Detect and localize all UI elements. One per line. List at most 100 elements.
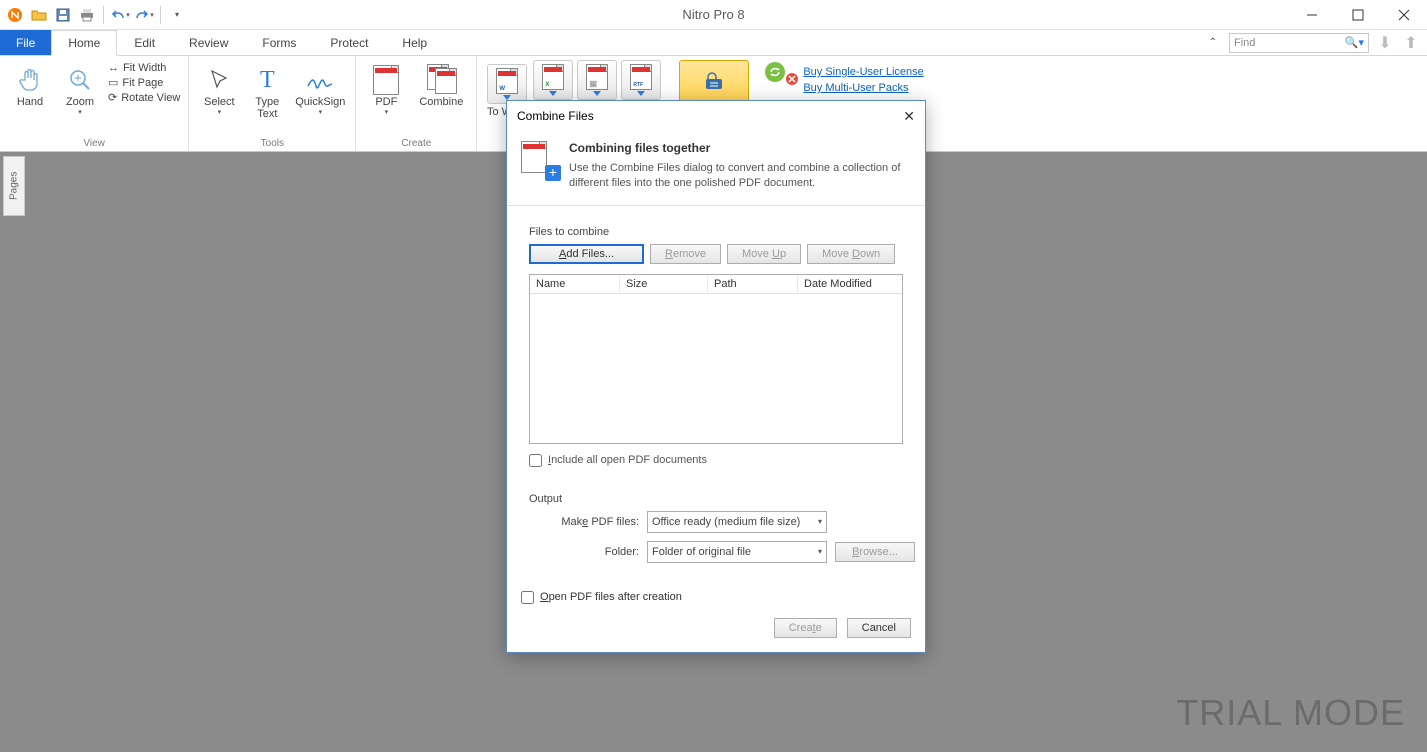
- output-section-label: Output: [529, 493, 903, 505]
- dialog-close-icon[interactable]: ✕: [903, 108, 915, 125]
- qat-customize-icon[interactable]: ▾: [166, 4, 188, 26]
- tab-review[interactable]: Review: [172, 30, 245, 55]
- folder-select[interactable]: Folder of original file ▾: [647, 541, 827, 563]
- group-label-tools: Tools: [261, 136, 284, 149]
- nitro-icon[interactable]: [4, 4, 26, 26]
- output-section: Output Make PDF files: Office ready (med…: [519, 489, 913, 575]
- include-open-label: Include all open PDF documents: [548, 454, 707, 466]
- minimize-button[interactable]: [1289, 0, 1335, 30]
- make-pdf-value: Office ready (medium file size): [652, 516, 800, 528]
- include-open-check-input[interactable]: [529, 454, 542, 467]
- folder-value: Folder of original file: [652, 546, 751, 558]
- rotate-view-button[interactable]: ⟳Rotate View: [108, 91, 180, 104]
- hand-label: Hand: [17, 96, 43, 108]
- include-open-checkbox[interactable]: Include all open PDF documents: [529, 454, 903, 467]
- buy-single-link[interactable]: Buy Single-User License: [803, 66, 923, 78]
- chevron-down-icon: ▾: [818, 517, 822, 526]
- cart-icon: [700, 71, 728, 99]
- combine-icon: [425, 64, 457, 96]
- select-label: Select: [204, 96, 235, 108]
- dialog-header: + Combining files together Use the Combi…: [507, 131, 925, 206]
- pdf-label: PDF: [375, 96, 397, 108]
- tab-forms[interactable]: Forms: [245, 30, 313, 55]
- file-list-header: Name Size Path Date Modified: [530, 275, 902, 294]
- create-button[interactable]: Create: [774, 618, 837, 638]
- quicksign-button[interactable]: QuickSign ▾: [293, 60, 347, 116]
- dialog-description: Use the Combine Files dialog to convert …: [569, 161, 911, 191]
- find-placeholder: Find: [1234, 37, 1255, 49]
- search-icon: 🔍▾: [1345, 36, 1364, 49]
- pdf-icon: [370, 64, 402, 96]
- maximize-button[interactable]: [1335, 0, 1381, 30]
- quick-access-toolbar: ▾ ▾ ▾: [0, 4, 188, 26]
- tab-help[interactable]: Help: [385, 30, 444, 55]
- tabrow-right: ⌃ Find 🔍▾ ⬇ ⬆: [1203, 30, 1421, 55]
- ribbon-collapse-icon[interactable]: ⌃: [1203, 35, 1223, 50]
- hand-icon: [14, 64, 46, 96]
- tab-home[interactable]: Home: [51, 30, 117, 56]
- tab-edit[interactable]: Edit: [117, 30, 172, 55]
- open-icon[interactable]: [28, 4, 50, 26]
- save-icon[interactable]: [52, 4, 74, 26]
- select-button[interactable]: Select ▾: [197, 60, 241, 116]
- fit-width-button[interactable]: ↔Fit Width: [108, 62, 180, 74]
- dialog-heading: Combining files together: [569, 141, 911, 155]
- tab-protect[interactable]: Protect: [313, 30, 385, 55]
- move-up-button[interactable]: Move Up: [727, 244, 801, 264]
- remove-button[interactable]: Remove: [650, 244, 721, 264]
- to-excel-button[interactable]: X: [533, 60, 573, 100]
- buy-multi-link[interactable]: Buy Multi-User Packs: [803, 82, 923, 94]
- dialog-footer: Open PDF files after creation Create Can…: [507, 583, 925, 652]
- type-text-button[interactable]: T Type Text: [247, 60, 287, 120]
- type-text-icon: T: [251, 64, 283, 96]
- chevron-down-icon: ▾: [818, 547, 822, 556]
- combine-dialog-icon: +: [521, 141, 557, 177]
- combine-files-dialog: Combine Files ✕ + Combining files togeth…: [506, 100, 926, 653]
- fit-page-button[interactable]: ▭Fit Page: [108, 76, 180, 89]
- file-tab[interactable]: File: [0, 30, 51, 55]
- col-size[interactable]: Size: [620, 275, 708, 293]
- ribbon-group-tools: Select ▾ T Type Text QuickSign ▾ Tools: [189, 56, 356, 151]
- pdf-button[interactable]: PDF ▾: [364, 60, 408, 116]
- word-icon: W: [487, 64, 527, 104]
- trial-watermark: TRIAL MODE: [1176, 692, 1405, 734]
- col-name[interactable]: Name: [530, 275, 620, 293]
- open-after-checkbox[interactable]: Open PDF files after creation: [521, 591, 911, 604]
- zoom-label: Zoom: [66, 96, 94, 108]
- fit-page-icon: ▭: [108, 76, 118, 89]
- open-after-check-input[interactable]: [521, 591, 534, 604]
- cancel-icon[interactable]: [785, 72, 799, 86]
- to-rtf-button[interactable]: RTF: [621, 60, 661, 100]
- signature-icon: [304, 64, 336, 96]
- col-date[interactable]: Date Modified: [798, 275, 902, 293]
- browse-button[interactable]: Browse...: [835, 542, 915, 562]
- qat-separator: [160, 6, 161, 24]
- make-pdf-label: Make PDF files:: [529, 516, 639, 528]
- dialog-titlebar[interactable]: Combine Files ✕: [507, 101, 925, 131]
- zoom-icon: [64, 64, 96, 96]
- zoom-button[interactable]: Zoom ▾: [58, 60, 102, 116]
- print-icon[interactable]: [76, 4, 98, 26]
- fit-width-label: Fit Width: [123, 62, 166, 74]
- ribbon-group-create: PDF ▾ Combine Create: [356, 56, 477, 151]
- file-list[interactable]: Name Size Path Date Modified: [529, 274, 903, 444]
- redo-icon[interactable]: ▾: [133, 4, 155, 26]
- close-button[interactable]: [1381, 0, 1427, 30]
- cancel-button[interactable]: Cancel: [847, 618, 911, 638]
- move-down-button[interactable]: Move Down: [807, 244, 895, 264]
- make-pdf-select[interactable]: Office ready (medium file size) ▾: [647, 511, 827, 533]
- nav-down-icon[interactable]: ⬇: [1375, 33, 1395, 53]
- find-input[interactable]: Find 🔍▾: [1229, 33, 1369, 53]
- files-section-label: Files to combine: [529, 226, 903, 238]
- undo-icon[interactable]: ▾: [109, 4, 131, 26]
- col-path[interactable]: Path: [708, 275, 798, 293]
- qat-separator: [103, 6, 104, 24]
- hand-button[interactable]: Hand: [8, 60, 52, 108]
- combine-button[interactable]: Combine: [414, 60, 468, 108]
- to-image-button[interactable]: 🖼: [577, 60, 617, 100]
- rotate-label: Rotate View: [121, 92, 180, 104]
- ribbon-group-view: Hand Zoom ▾ ↔Fit Width ▭Fit Page ⟳Rotate…: [0, 56, 189, 151]
- nav-up-icon[interactable]: ⬆: [1401, 33, 1421, 53]
- pages-panel-tab[interactable]: Pages: [3, 156, 25, 216]
- add-files-button[interactable]: Add Files...: [529, 244, 644, 264]
